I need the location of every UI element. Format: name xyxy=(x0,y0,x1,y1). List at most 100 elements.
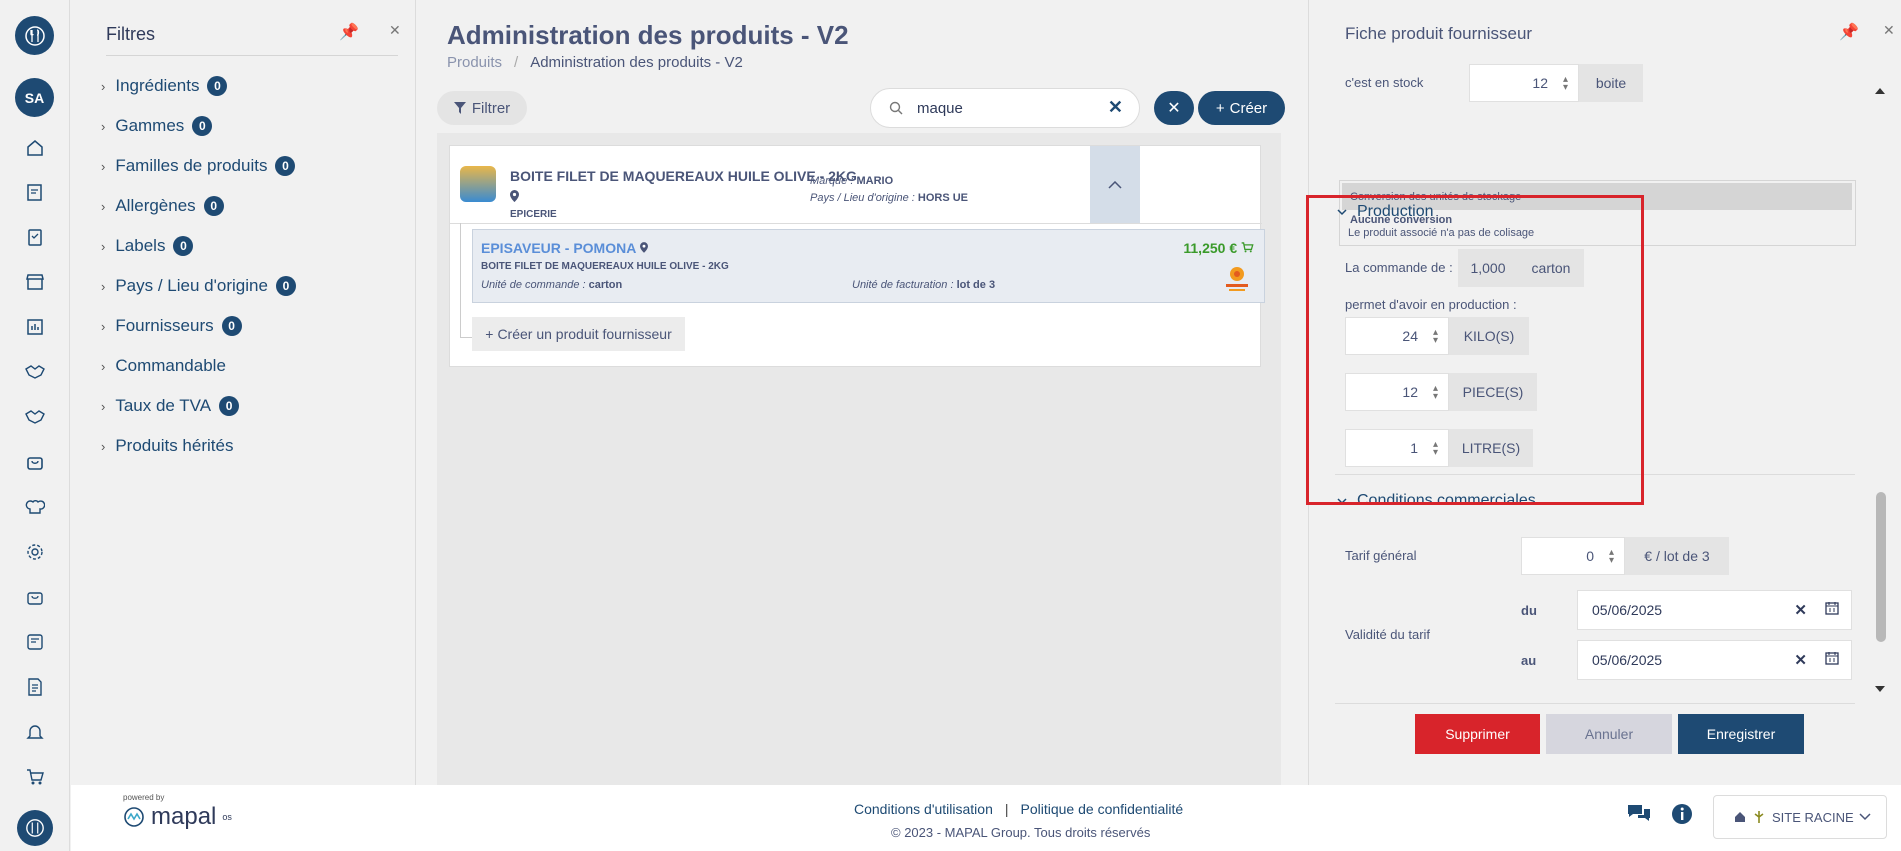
scroll-up-icon[interactable] xyxy=(1873,86,1887,96)
product-category: EPICERIE xyxy=(510,209,557,220)
filter-item-label: Allergènes xyxy=(115,196,196,215)
filter-count-badge: 0 xyxy=(207,76,228,96)
close-icon[interactable]: ✕ xyxy=(1883,22,1895,39)
filter-item-label: Labels xyxy=(115,236,166,255)
create-button[interactable]: + Créer xyxy=(1198,91,1285,125)
to-label: au xyxy=(1521,653,1537,668)
tarif-value: 0 xyxy=(1586,548,1594,564)
stepper-arrows-icon[interactable]: ▴ ▾ xyxy=(1609,548,1614,566)
order-unit: Unité de commande : carton xyxy=(481,279,623,291)
stepper-arrows-icon[interactable]: ▴ ▾ xyxy=(1563,75,1568,93)
origin-value: HORS UE xyxy=(917,192,969,204)
clear-date-icon[interactable]: ✕ xyxy=(1794,601,1807,619)
pin-icon[interactable]: 📌 xyxy=(339,22,359,42)
chevron-right-icon: › xyxy=(101,438,106,454)
filters-panel: Filtres 📌 ✕ › Ingrédients 0 › Gammes 0 › Famill… xyxy=(71,0,416,785)
scrollbar[interactable] xyxy=(1871,82,1889,702)
filter-count-badge: 0 xyxy=(192,116,213,136)
filter-item[interactable]: › Gammes 0 xyxy=(101,116,213,136)
privacy-link[interactable]: Politique de confidentialité xyxy=(1021,801,1184,817)
clear-search-icon[interactable]: ✕ xyxy=(1108,97,1123,118)
product-name[interactable]: BOITE FILET DE MAQUEREAUX HUILE OLIVE - … xyxy=(510,168,857,184)
cart-icon[interactable] xyxy=(24,766,46,788)
chef-hat-icon[interactable] xyxy=(24,496,46,518)
breadcrumb-separator: / xyxy=(514,54,519,71)
create-button-label: Créer xyxy=(1229,99,1268,117)
delete-button[interactable]: Supprimer xyxy=(1415,714,1540,754)
reset-button[interactable]: ✕ xyxy=(1154,91,1194,125)
create-supplier-product-label: Créer un produit fournisseur xyxy=(497,326,672,342)
search-input[interactable]: maque ✕ xyxy=(870,88,1140,128)
avatar[interactable]: SA xyxy=(15,78,54,117)
billing-unit: Unité de facturation : lot de 3 xyxy=(852,279,996,291)
filter-item[interactable]: › Pays / Lieu d'origine 0 xyxy=(101,276,296,296)
filter-item-label: Taux de TVA xyxy=(115,396,212,415)
calendar-icon[interactable] xyxy=(1825,601,1839,615)
breadcrumb-parent[interactable]: Produits xyxy=(447,54,502,71)
supplier-product-row[interactable]: EPISAVEUR - POMONA 11,250 € BOITE FILET … xyxy=(472,229,1265,303)
chevron-right-icon: › xyxy=(101,318,106,334)
filter-button[interactable]: Filtrer xyxy=(437,91,527,125)
app-logo-icon[interactable] xyxy=(17,810,53,846)
edit-document-icon[interactable] xyxy=(24,181,46,203)
store-icon[interactable] xyxy=(24,271,46,293)
from-date-input[interactable]: 05/06/2025 ✕ xyxy=(1577,590,1852,630)
handshake-icon[interactable] xyxy=(24,361,46,383)
close-icon[interactable]: ✕ xyxy=(389,22,401,39)
chevron-right-icon: › xyxy=(101,158,106,174)
collapse-button[interactable] xyxy=(1090,146,1140,223)
main-content: Administration des produits - V2 Produit… xyxy=(417,0,1307,785)
terms-link[interactable]: Conditions d'utilisation xyxy=(854,801,993,817)
filter-item[interactable]: › Familles de produits 0 xyxy=(101,156,296,176)
handshake-icon[interactable] xyxy=(24,406,46,428)
supplier-name[interactable]: EPISAVEUR - POMONA xyxy=(481,240,648,256)
scrollbar-thumb[interactable] xyxy=(1876,492,1886,642)
favorite-list-icon[interactable] xyxy=(24,631,46,653)
tarif-stepper[interactable]: 0 ▴ ▾ xyxy=(1521,537,1625,575)
location-pin-icon xyxy=(639,242,648,253)
calendar-icon[interactable] xyxy=(1825,651,1839,665)
filter-icon xyxy=(453,102,466,114)
gear-icon[interactable] xyxy=(24,541,46,563)
home-icon[interactable] xyxy=(24,137,46,159)
sheet-title: Fiche produit fournisseur xyxy=(1345,24,1533,43)
filter-item[interactable]: › Taux de TVA 0 xyxy=(101,396,240,416)
filters-title: Filtres xyxy=(106,24,155,44)
cancel-button[interactable]: Annuler xyxy=(1546,714,1672,754)
supplier-logo xyxy=(1224,264,1250,294)
clear-date-icon[interactable]: ✕ xyxy=(1794,651,1807,669)
filter-item[interactable]: › Produits hérités xyxy=(101,436,233,456)
breadcrumb-current: Administration des produits - V2 xyxy=(530,54,743,71)
filter-item[interactable]: › Labels 0 xyxy=(101,236,194,256)
info-icon[interactable] xyxy=(1671,803,1693,830)
chat-icon[interactable] xyxy=(1626,803,1652,830)
product-card: BOITE FILET DE MAQUEREAUX HUILE OLIVE - … xyxy=(449,145,1265,367)
filter-count-badge: 0 xyxy=(221,316,242,336)
basket-icon[interactable] xyxy=(24,586,46,608)
stock-stepper[interactable]: 12 ▴ ▾ xyxy=(1469,64,1579,102)
app-logo-icon[interactable] xyxy=(15,16,54,55)
plus-icon: + xyxy=(485,326,494,342)
scroll-down-icon[interactable] xyxy=(1873,684,1887,694)
search-value: maque xyxy=(917,100,963,117)
save-button[interactable]: Enregistrer xyxy=(1678,714,1804,754)
pin-icon[interactable]: 📌 xyxy=(1839,22,1859,42)
bell-icon[interactable] xyxy=(24,721,46,743)
invoice-icon[interactable] xyxy=(24,676,46,698)
product-image xyxy=(460,166,496,202)
footer-links: Conditions d'utilisation | Politique de co… xyxy=(854,801,1183,817)
filter-item[interactable]: › Commandable xyxy=(101,356,226,376)
filter-item-label: Gammes xyxy=(115,116,185,135)
report-icon[interactable] xyxy=(24,316,46,338)
filter-item[interactable]: › Ingrédients 0 xyxy=(101,76,228,96)
filter-item[interactable]: › Fournisseurs 0 xyxy=(101,316,242,336)
filter-item[interactable]: › Allergènes 0 xyxy=(101,196,224,216)
divider xyxy=(106,55,398,56)
to-date-input[interactable]: 05/06/2025 ✕ xyxy=(1577,640,1852,680)
clipboard-icon[interactable] xyxy=(24,226,46,248)
shopping-bag-icon[interactable] xyxy=(24,451,46,473)
create-supplier-product-button[interactable]: + Créer un produit fournisseur xyxy=(472,317,685,351)
site-selector[interactable]: SITE RACINE xyxy=(1713,795,1887,839)
mapal-brand-suffix: os xyxy=(222,812,232,822)
filter-count-badge: 0 xyxy=(203,196,224,216)
